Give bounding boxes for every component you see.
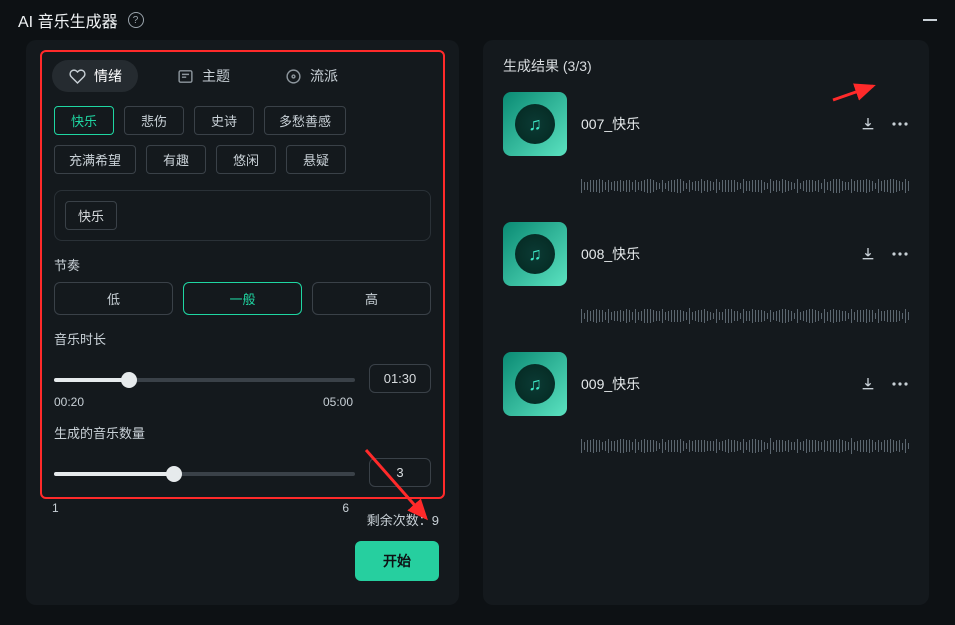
result-item: ♫ 007_快乐 xyxy=(503,92,909,198)
result-thumbnail[interactable]: ♫ xyxy=(503,222,567,286)
result-actions xyxy=(859,375,909,393)
mood-chip-senti[interactable]: 多愁善感 xyxy=(264,106,346,135)
tab-genre-label: 流派 xyxy=(310,66,338,86)
remaining-count: 剩余次数：9 xyxy=(367,510,439,529)
disc-icon: ♫ xyxy=(515,364,555,404)
heart-icon xyxy=(68,67,86,85)
result-head: ♫ 007_快乐 xyxy=(503,92,909,156)
count-max: 6 xyxy=(342,501,349,515)
mood-chip-sad[interactable]: 悲伤 xyxy=(124,106,184,135)
help-icon[interactable]: ? xyxy=(128,12,144,28)
start-button[interactable]: 开始 xyxy=(355,541,439,581)
tempo-low[interactable]: 低 xyxy=(54,282,173,315)
count-slider[interactable] xyxy=(54,472,355,476)
mood-chip-row: 快乐 悲伤 史诗 多愁善感 充满希望 有趣 悠闲 悬疑 xyxy=(42,102,443,178)
mood-chip-happy[interactable]: 快乐 xyxy=(54,106,114,135)
duration-slider-thumb[interactable] xyxy=(121,372,137,388)
result-name: 009_快乐 xyxy=(581,374,845,394)
tempo-segmented: 低 一般 高 xyxy=(42,282,443,315)
result-name: 008_快乐 xyxy=(581,244,845,264)
highlight-box: 情绪 主题 流派 快乐 悲伤 史诗 xyxy=(40,50,445,499)
tempo-label: 节奏 xyxy=(54,255,431,274)
remaining-value: 9 xyxy=(432,513,439,528)
results-title-prefix: 生成结果 xyxy=(503,58,563,74)
mood-chip-suspense[interactable]: 悬疑 xyxy=(286,145,346,174)
tab-theme[interactable]: 主题 xyxy=(160,60,246,92)
duration-value-badge: 01:30 xyxy=(369,364,431,393)
selected-tag[interactable]: 快乐 xyxy=(65,201,117,230)
mood-chip-hopeful[interactable]: 充满希望 xyxy=(54,145,136,174)
minimize-icon[interactable] xyxy=(923,19,937,21)
waveform[interactable] xyxy=(581,304,909,328)
result-head: ♫ 009_快乐 xyxy=(503,352,909,416)
result-head: ♫ 008_快乐 xyxy=(503,222,909,286)
tempo-high[interactable]: 高 xyxy=(312,282,431,315)
left-footer: 剩余次数：9 开始 xyxy=(355,510,439,581)
result-item: ♫ 008_快乐 xyxy=(503,222,909,328)
mood-chip-relaxed[interactable]: 悠闲 xyxy=(216,145,276,174)
download-icon[interactable] xyxy=(859,375,877,393)
count-value-badge: 3 xyxy=(369,458,431,487)
mood-chip-fun[interactable]: 有趣 xyxy=(146,145,206,174)
music-note-icon: ♫ xyxy=(528,244,542,265)
generator-panel: 情绪 主题 流派 快乐 悲伤 史诗 xyxy=(26,40,459,605)
more-icon[interactable] xyxy=(891,115,909,133)
count-slider-thumb[interactable] xyxy=(166,466,182,482)
disc-icon xyxy=(284,67,302,85)
results-panel: 生成结果 (3/3) ♫ 007_快乐 xyxy=(483,40,929,605)
download-icon[interactable] xyxy=(859,115,877,133)
waveform[interactable] xyxy=(581,434,909,458)
tempo-normal[interactable]: 一般 xyxy=(183,282,302,315)
tab-genre[interactable]: 流派 xyxy=(268,60,354,92)
more-icon[interactable] xyxy=(891,245,909,263)
selected-tags-well: 快乐 xyxy=(54,190,431,241)
results-title-count: (3/3) xyxy=(563,58,592,74)
result-actions xyxy=(859,245,909,263)
waveform[interactable] xyxy=(581,174,909,198)
app-title: AI 音乐生成器 xyxy=(18,8,118,32)
tab-mood[interactable]: 情绪 xyxy=(52,60,138,92)
disc-icon: ♫ xyxy=(515,234,555,274)
music-note-icon: ♫ xyxy=(528,374,542,395)
result-name: 007_快乐 xyxy=(581,114,845,134)
duration-max: 05:00 xyxy=(323,395,353,409)
duration-label: 音乐时长 xyxy=(54,329,431,348)
content: 情绪 主题 流派 快乐 悲伤 史诗 xyxy=(0,40,955,625)
duration-slider-row: 01:30 xyxy=(42,356,443,393)
titlebar-left: AI 音乐生成器 ? xyxy=(18,8,144,32)
duration-slider[interactable] xyxy=(54,378,355,382)
more-icon[interactable] xyxy=(891,375,909,393)
mood-chip-epic[interactable]: 史诗 xyxy=(194,106,254,135)
result-item: ♫ 009_快乐 xyxy=(503,352,909,458)
list-icon xyxy=(176,67,194,85)
tab-theme-label: 主题 xyxy=(202,66,230,86)
music-note-icon: ♫ xyxy=(528,114,542,135)
disc-icon: ♫ xyxy=(515,104,555,144)
count-min: 1 xyxy=(52,501,59,515)
result-thumbnail[interactable]: ♫ xyxy=(503,92,567,156)
count-slider-fill xyxy=(54,472,174,476)
download-icon[interactable] xyxy=(859,245,877,263)
tab-mood-label: 情绪 xyxy=(94,66,122,86)
count-label: 生成的音乐数量 xyxy=(54,423,431,442)
count-slider-row: 3 xyxy=(42,450,443,487)
duration-slider-fill xyxy=(54,378,129,382)
category-tabs: 情绪 主题 流派 xyxy=(42,60,443,102)
result-actions xyxy=(859,115,909,133)
duration-legend: 00:20 05:00 xyxy=(42,393,443,409)
titlebar: AI 音乐生成器 ? xyxy=(0,0,955,40)
remaining-prefix: 剩余次数： xyxy=(367,513,432,528)
results-title: 生成结果 (3/3) xyxy=(503,56,909,76)
result-thumbnail[interactable]: ♫ xyxy=(503,352,567,416)
duration-min: 00:20 xyxy=(54,395,84,409)
